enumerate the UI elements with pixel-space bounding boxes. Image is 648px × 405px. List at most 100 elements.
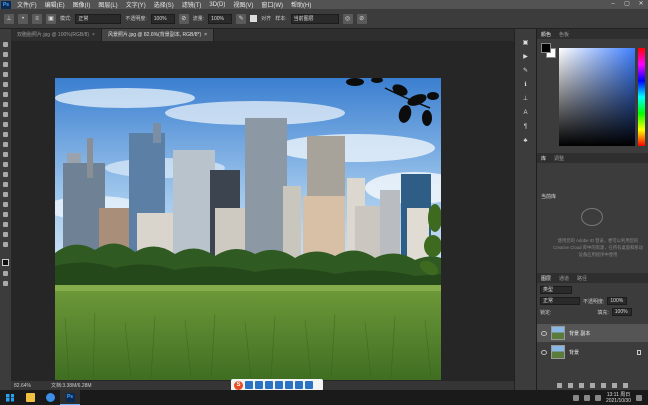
healing-brush-tool-icon[interactable] — [2, 101, 10, 107]
blend-mode-select[interactable]: 正常 — [540, 297, 580, 305]
mode-select[interactable]: 正常 — [75, 13, 122, 24]
layer-opacity-field[interactable]: 100% — [607, 297, 628, 305]
path-select-tool-icon[interactable] — [2, 201, 10, 207]
pressure-size-icon[interactable]: ⊘ — [356, 13, 367, 24]
more-tools-icon[interactable] — [2, 241, 10, 247]
gradient-tool-icon[interactable] — [2, 151, 10, 157]
marquee-tool-icon[interactable] — [2, 51, 10, 57]
fill-field[interactable]: 100% — [611, 308, 632, 316]
menu-image[interactable]: 图像(I) — [69, 0, 95, 9]
adjustment-layer-icon[interactable] — [590, 382, 595, 388]
close-tab-icon[interactable]: × — [92, 32, 95, 38]
info-icon[interactable]: ℹ — [521, 81, 530, 88]
foreground-color-swatch[interactable] — [541, 43, 551, 53]
zoom-level[interactable]: 82.64% — [14, 383, 31, 389]
rectangle-tool-icon[interactable] — [2, 211, 10, 217]
tab-swatches[interactable]: 色板 — [559, 31, 569, 38]
link-layers-icon[interactable] — [557, 382, 562, 388]
menu-layer[interactable]: 图层(L) — [94, 0, 121, 9]
sogou-ime-icon[interactable]: S — [234, 380, 243, 390]
taskbar-browser[interactable] — [40, 390, 60, 405]
history-brush-tool-icon[interactable] — [2, 131, 10, 137]
taskbar-photoshop[interactable]: Ps — [60, 390, 80, 405]
brush-settings-icon[interactable]: ≡ — [32, 13, 42, 24]
menu-file[interactable]: 文件(F) — [13, 0, 41, 9]
menu-select[interactable]: 选择(S) — [150, 0, 178, 9]
menu-help[interactable]: 帮助(H) — [287, 0, 315, 9]
clock[interactable]: 13:11 周日 2021/10/30 — [606, 392, 631, 404]
ime-voice-icon[interactable] — [265, 381, 273, 389]
volume-icon[interactable] — [583, 394, 590, 401]
hand-tool-icon[interactable] — [2, 221, 10, 227]
doc-tab-twins[interactable]: 双胞胎照片.jpg @ 100%(RGB/8) × — [11, 29, 102, 41]
new-group-icon[interactable] — [601, 382, 606, 388]
tab-layers[interactable]: 图层 — [541, 275, 551, 282]
align-checkbox[interactable] — [250, 15, 258, 22]
library-header[interactable]: 当前库 — [541, 193, 556, 200]
clone-stamp-icon[interactable]: ⊥ — [4, 13, 14, 24]
layer-name[interactable]: 背景 副本 — [569, 330, 590, 337]
screen-mode-icon[interactable] — [2, 280, 10, 286]
layer-row[interactable]: 背景 — [537, 343, 648, 361]
airbrush-icon[interactable]: ✎ — [236, 13, 247, 24]
close-tab-icon[interactable]: × — [204, 32, 207, 38]
ime-tray-icon[interactable] — [594, 394, 601, 401]
flow-field[interactable]: 100% — [208, 13, 233, 24]
eraser-tool-icon[interactable] — [2, 141, 10, 147]
ime-skin-icon[interactable] — [285, 381, 293, 389]
type-tool-icon[interactable] — [2, 191, 10, 197]
ime-punct-icon[interactable] — [255, 381, 263, 389]
opacity-field[interactable]: 100% — [150, 13, 175, 24]
brush-tool-icon[interactable] — [2, 111, 10, 117]
layer-kind-filter[interactable]: 类型 — [540, 286, 572, 294]
menu-type[interactable]: 文字(Y) — [122, 0, 150, 9]
start-button[interactable] — [0, 390, 20, 405]
lasso-tool-icon[interactable] — [2, 61, 10, 67]
paragraph-icon[interactable]: ¶ — [521, 123, 530, 130]
tab-adjustments[interactable]: 调整 — [554, 155, 564, 162]
actions-icon[interactable]: ▶ — [521, 53, 530, 60]
delete-layer-icon[interactable] — [623, 382, 628, 388]
menu-3d[interactable]: 3D(D) — [205, 2, 229, 8]
move-tool-icon[interactable] — [2, 41, 10, 47]
add-mask-icon[interactable] — [579, 382, 584, 388]
ime-mode-icon[interactable] — [245, 381, 253, 389]
tab-libraries[interactable]: 库 — [541, 155, 546, 162]
menu-view[interactable]: 视图(V) — [229, 0, 257, 9]
crop-tool-icon[interactable] — [2, 81, 10, 87]
blur-tool-icon[interactable] — [2, 161, 10, 167]
notification-icon[interactable] — [636, 394, 642, 401]
visibility-eye-icon[interactable] — [541, 349, 547, 355]
color-picker-field[interactable] — [559, 48, 635, 146]
maximize-icon[interactable]: ▢ — [620, 0, 634, 9]
layer-name[interactable]: 背景 — [569, 349, 579, 356]
foreground-color-swatch[interactable] — [2, 259, 9, 266]
dodge-tool-icon[interactable] — [2, 171, 10, 177]
pen-tool-icon[interactable] — [2, 181, 10, 187]
brush-panel-icon[interactable]: ✎ — [521, 67, 530, 74]
clone-source-icon[interactable]: ▣ — [46, 13, 56, 24]
document-image[interactable] — [55, 78, 441, 380]
menu-filter[interactable]: 滤镜(T) — [178, 0, 206, 9]
fg-bg-swatches[interactable] — [541, 43, 557, 59]
hue-slider[interactable] — [638, 48, 645, 146]
brush-preset-icon[interactable]: • — [18, 13, 28, 24]
canvas-area[interactable] — [11, 41, 514, 381]
tab-paths[interactable]: 路径 — [577, 275, 587, 282]
history-icon[interactable]: ▣ — [521, 39, 530, 46]
doc-tab-landscape[interactable]: 风景照片.jpg @ 82.6%(背景副本, RGB/8*) × — [101, 29, 215, 41]
ime-settings-icon[interactable] — [305, 381, 313, 389]
clone-source-panel-icon[interactable]: ⊥ — [521, 95, 530, 102]
minimize-icon[interactable]: – — [606, 0, 620, 9]
ignore-adjustment-icon[interactable]: ◎ — [342, 13, 353, 24]
pressure-opacity-icon[interactable]: ⊘ — [178, 13, 189, 24]
character-icon[interactable]: A — [521, 109, 530, 116]
clone-stamp-tool-icon[interactable] — [2, 121, 10, 127]
tab-channels[interactable]: 通道 — [559, 275, 569, 282]
quick-select-tool-icon[interactable] — [2, 71, 10, 77]
layer-style-icon[interactable] — [568, 382, 573, 388]
visibility-eye-icon[interactable] — [541, 330, 547, 336]
layer-row[interactable]: 背景 副本 — [537, 324, 648, 342]
eyedropper-tool-icon[interactable] — [2, 91, 10, 97]
quick-mask-icon[interactable] — [2, 270, 10, 276]
